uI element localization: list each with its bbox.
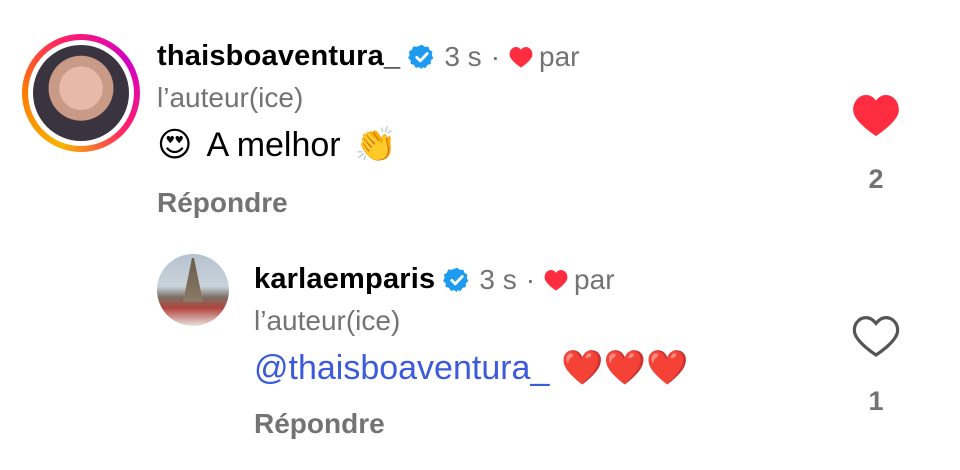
comment-body: A melhor [206,125,341,164]
author-tag: l’auteur(ice) [254,305,401,336]
comment-text: 😍 A melhor 👏 [157,125,397,165]
reply-button[interactable]: Répondre [157,187,288,219]
avatar-ring-inner [28,40,134,146]
author-liked-heart-icon [544,269,568,290]
avatar[interactable] [157,254,229,326]
reply-button[interactable]: Répondre [254,408,385,440]
liked-by-label: par [574,263,615,295]
avatar[interactable] [33,45,129,141]
comment-text: @thaisboaventura_ ❤️❤️❤️ [254,348,688,388]
mention-link[interactable]: @thaisboaventura_ [254,349,549,388]
comment-header: karlaemparis 3 s · par [254,263,615,296]
emoji-heart-eyes: 😍 [157,125,193,165]
verified-badge-icon [408,44,434,69]
heart-outline-icon[interactable] [852,314,900,358]
comment-meta: 3 s · par [444,41,579,73]
like-count: 1 [868,386,884,416]
emoji-hearts: ❤️❤️❤️ [561,348,689,388]
author-liked-heart-icon [509,46,533,67]
comment-header: thaisboaventura_ 3 s · par [157,40,579,73]
timestamp: 3 s [479,263,517,295]
author-tag: l’auteur(ice) [157,82,304,113]
username[interactable]: thaisboaventura_ [157,40,400,73]
avatar-tower-shape [183,258,203,302]
liked-by-label: par [539,40,580,72]
like-count: 2 [868,164,884,194]
comment-meta: 3 s · par [479,264,614,296]
username[interactable]: karlaemparis [254,263,435,296]
separator-dot: · [525,263,536,295]
avatar-story-ring[interactable] [22,34,140,152]
timestamp: 3 s [444,40,482,72]
emoji-clapping: 👏 [354,125,397,165]
heart-filled-icon[interactable] [852,93,900,137]
separator-dot: · [490,40,501,72]
verified-badge-icon [443,267,469,292]
